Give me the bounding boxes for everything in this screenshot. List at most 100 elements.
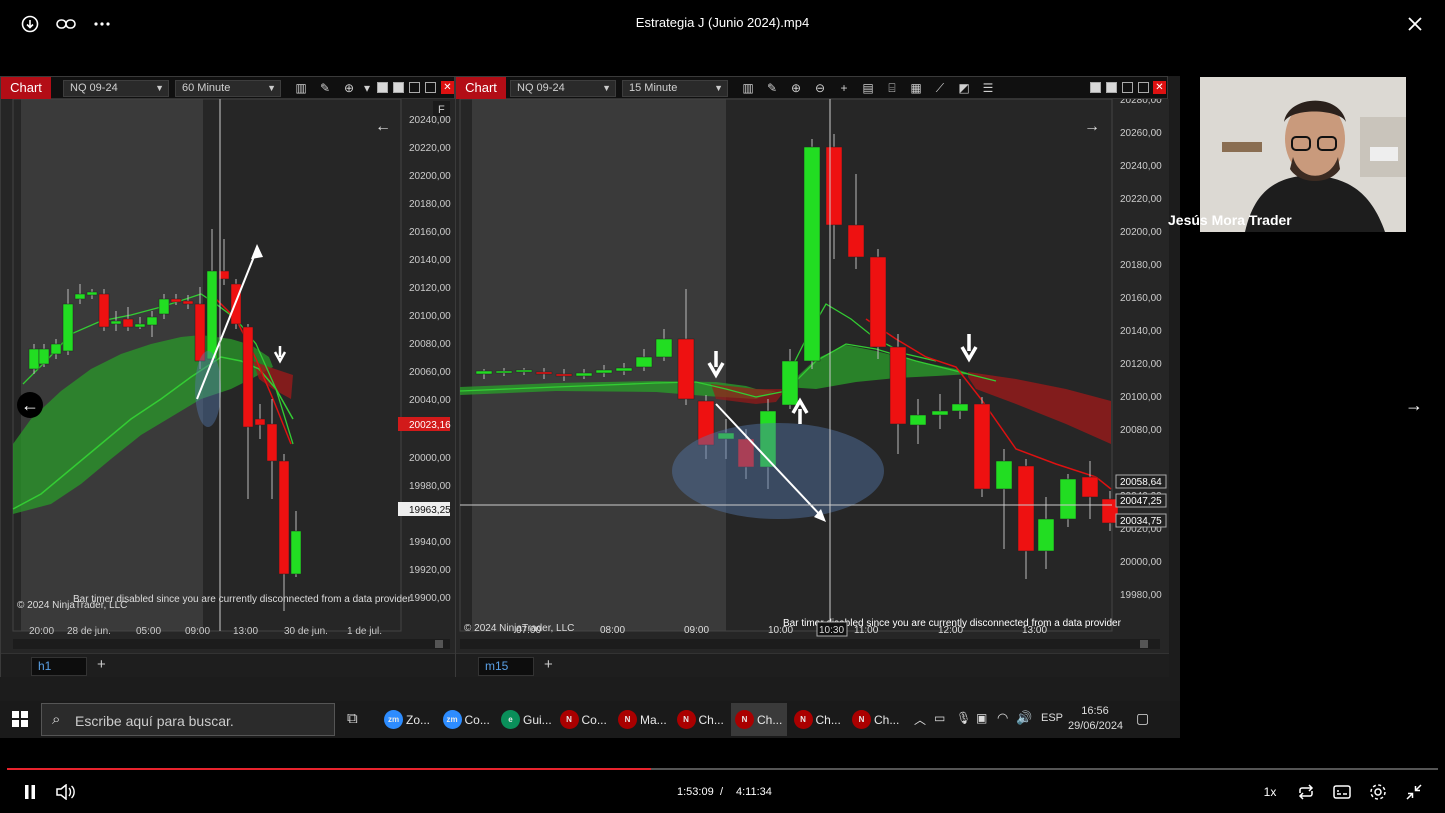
highlight-ellipse <box>195 351 221 427</box>
microphone-icon[interactable]: 🎙 <box>956 711 971 725</box>
prev-arrow-icon[interactable]: ← <box>17 392 43 418</box>
zoom-icon[interactable]: ⊕ <box>341 80 357 96</box>
windows-start-icon[interactable] <box>12 711 28 732</box>
add-tab-button[interactable]: + <box>544 656 553 673</box>
time-tick-label: 09:00 <box>684 625 709 636</box>
sheet-tab-m15[interactable]: m15 <box>478 657 534 676</box>
chart-tab-left[interactable]: Chart <box>1 77 51 99</box>
chart-plot-right[interactable]: → 20280,00 20260,00 20240,00 20220,00 20200,0… <box>456 99 1169 654</box>
presenter-name: Jesús Mora Trader <box>1168 212 1292 228</box>
properties-icon[interactable]: ▤ <box>860 80 876 96</box>
clock-time[interactable]: 16:56 <box>1068 705 1122 717</box>
price-tick-label: 20080,00 <box>409 339 451 350</box>
chart-tab-right[interactable]: Chart <box>456 77 506 99</box>
minimize-icon[interactable] <box>1122 82 1133 93</box>
list-icon[interactable]: ☰ <box>980 80 996 96</box>
drawing-tools-icon[interactable]: ⟋ <box>932 80 948 96</box>
interval-select-right[interactable]: 15 Minute ▼ <box>622 80 728 97</box>
volume-icon[interactable] <box>54 780 78 804</box>
sheet-tab-h1[interactable]: h1 <box>31 657 87 676</box>
candle-body <box>635 356 653 368</box>
pause-icon[interactable] <box>18 780 42 804</box>
taskbar-app[interactable]: zm Co... <box>439 703 495 736</box>
tile-icon[interactable] <box>377 82 388 93</box>
candle-body <box>110 320 122 325</box>
window-close-icon[interactable]: ✕ <box>1153 81 1166 94</box>
zoom-out-icon[interactable]: ⊖ <box>812 80 828 96</box>
price-tick-label: 20160,00 <box>409 227 451 238</box>
exit-fullscreen-icon[interactable] <box>1402 780 1426 804</box>
taskbar-app[interactable]: zm Zo... <box>380 703 436 736</box>
taskbar-app[interactable]: N Co... <box>556 703 612 736</box>
price-tick-label: 20100,00 <box>1120 392 1162 403</box>
price-flag-label: 20034,75 <box>1120 516 1162 527</box>
scrollbar-thumb <box>1140 640 1148 648</box>
candle-body <box>62 303 74 352</box>
maximize-icon[interactable] <box>425 82 436 93</box>
sheet-tabbar-left: h1 + <box>1 653 456 677</box>
bar-type-icon[interactable]: ▥ <box>740 80 756 96</box>
app-icon: e <box>501 710 520 729</box>
clock-date[interactable]: 29/06/2024 <box>1068 720 1123 732</box>
interval-select-left[interactable]: 60 Minute ▼ <box>175 80 281 97</box>
chart-plot-left[interactable]: ←F20240,0020220,0020200,0020180,0020160,… <box>1 99 456 654</box>
chevron-down-icon[interactable]: ▾ <box>359 80 375 96</box>
pencil-icon[interactable]: ✎ <box>764 80 780 96</box>
bar-type-icon[interactable]: ▥ <box>293 80 309 96</box>
add-tab-button[interactable]: + <box>97 656 106 673</box>
window-close-icon[interactable]: ✕ <box>441 81 454 94</box>
maximize-icon[interactable] <box>1138 82 1149 93</box>
tile-icon[interactable] <box>393 82 404 93</box>
taskbar-search[interactable]: ⌕ Escribe aquí para buscar. <box>41 703 335 736</box>
sheet-tabbar-right: m15 + <box>456 653 1169 677</box>
close-icon[interactable] <box>1403 12 1427 36</box>
taskbar-app[interactable]: N Ch... <box>673 703 729 736</box>
candle-body <box>615 367 633 372</box>
screen-share-icon[interactable]: ▣ <box>976 711 987 725</box>
playback-speed[interactable]: 1x <box>1258 780 1282 804</box>
speaker-icon[interactable]: 🔊 <box>1016 710 1032 726</box>
candle-body <box>803 146 821 362</box>
wifi-icon[interactable]: ◠ <box>997 710 1008 726</box>
instrument-select-left[interactable]: NQ 09-24 ▼ <box>63 80 169 97</box>
price-flag-label: 20023,16 <box>409 420 451 431</box>
candle-body <box>194 303 206 362</box>
language-indicator[interactable]: ESP <box>1041 712 1063 724</box>
captions-icon[interactable] <box>1330 780 1354 804</box>
taskbar-app[interactable]: N Ch... <box>790 703 846 736</box>
crosshair-icon[interactable]: + <box>836 80 852 96</box>
task-view-icon[interactable]: ⧉ <box>347 710 358 727</box>
tile-icon[interactable] <box>1090 82 1101 93</box>
next-arrow-icon[interactable]: → <box>1401 392 1427 418</box>
chart-trader-icon[interactable]: ◩ <box>956 80 972 96</box>
taskbar-app[interactable]: N Ch... <box>848 703 904 736</box>
price-tick-label: 19940,00 <box>409 537 451 548</box>
candle-body <box>98 293 110 328</box>
taskbar-app-label: Gui... <box>523 712 552 727</box>
progress-bar[interactable] <box>7 768 1438 770</box>
indicators-icon[interactable]: ▦ <box>908 80 924 96</box>
time-tick-label: 13:00 <box>1022 625 1047 636</box>
tile-icon[interactable] <box>1106 82 1117 93</box>
taskbar-app[interactable]: N Ch... <box>731 703 787 736</box>
battery-icon[interactable]: ▭ <box>934 711 945 725</box>
notifications-icon[interactable]: ▢ <box>1136 710 1149 727</box>
pencil-icon[interactable]: ✎ <box>317 80 333 96</box>
strategies-icon[interactable]: ⌸ <box>884 80 900 96</box>
candle-body <box>909 414 927 426</box>
candle-body <box>555 373 573 377</box>
taskbar-app[interactable]: e Gui... <box>497 703 553 736</box>
price-tick-label: 20120,00 <box>409 283 451 294</box>
settings-icon[interactable] <box>1366 780 1390 804</box>
time-tick-label: 08:00 <box>600 625 625 636</box>
instrument-select-right[interactable]: NQ 09-24 ▼ <box>510 80 616 97</box>
taskbar-app-label: Ma... <box>640 712 667 727</box>
candle-body <box>206 270 218 360</box>
zoom-in-icon[interactable]: ⊕ <box>788 80 804 96</box>
minimize-icon[interactable] <box>409 82 420 93</box>
current-time: 1:53:09 <box>677 786 714 798</box>
tray-chevron-icon[interactable]: ︿ <box>914 711 926 728</box>
candle-body <box>575 372 593 377</box>
taskbar-app[interactable]: N Ma... <box>614 703 670 736</box>
loop-icon[interactable] <box>1294 780 1318 804</box>
